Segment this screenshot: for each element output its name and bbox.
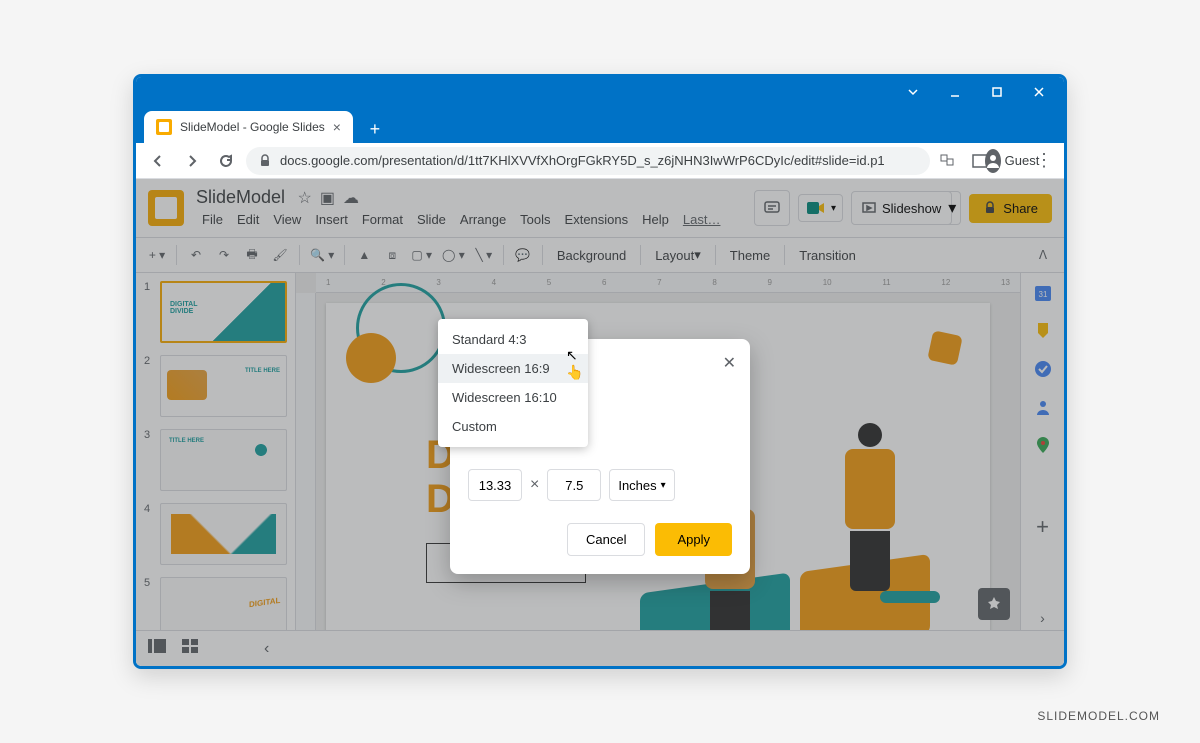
lock-icon [258,154,272,168]
dialog-close-button[interactable]: ✕ [723,353,736,373]
tab-title: SlideModel - Google Slides [180,120,325,134]
reload-button[interactable] [212,147,240,175]
width-input[interactable] [468,469,522,501]
tab-close-button[interactable]: × [333,119,341,135]
avatar-icon [985,149,1001,173]
apply-button[interactable]: Apply [655,523,732,556]
window-close-button[interactable] [1018,78,1060,106]
browser-window: SlideModel - Google Slides × + docs.goog… [133,74,1067,669]
back-button[interactable] [144,147,172,175]
translate-icon[interactable] [936,149,960,173]
slides-favicon-icon [156,119,172,135]
forward-button[interactable] [178,147,206,175]
browser-extensions: Guest ⋮ [936,149,1056,173]
window-dropdown-button[interactable] [892,78,934,106]
height-input[interactable] [547,469,601,501]
aspect-ratio-dropdown: Standard 4:3 Widescreen 16:9 Widescreen … [438,319,588,447]
dropdown-option-standard[interactable]: Standard 4:3 [438,325,588,354]
url-field[interactable]: docs.google.com/presentation/d/1tt7KHlXV… [246,147,930,175]
browser-address-bar: docs.google.com/presentation/d/1tt7KHlXV… [136,143,1064,179]
url-text: docs.google.com/presentation/d/1tt7KHlXV… [280,153,885,168]
new-tab-button[interactable]: + [361,115,389,143]
dropdown-option-custom[interactable]: Custom [438,412,588,441]
profile-chip[interactable]: Guest [1000,149,1024,173]
browser-tabstrip: SlideModel - Google Slides × + [136,107,1064,143]
page-setup-dialog: ✕ Standard 4:3 Widescreen 16:9 Widescree… [450,339,750,574]
dropdown-option-widescreen-16-10[interactable]: Widescreen 16:10 [438,383,588,412]
window-minimize-button[interactable] [934,78,976,106]
slides-app: SlideModel ☆ ▣ ☁ File Edit View Insert F… [136,179,1064,666]
watermark-text: SLIDEMODEL.COM [1037,709,1160,723]
unit-select[interactable]: Inches▾ [609,469,674,501]
dimension-separator: × [530,476,539,494]
dropdown-option-widescreen-16-9[interactable]: Widescreen 16:9 [438,354,588,383]
window-maximize-button[interactable] [976,78,1018,106]
cancel-button[interactable]: Cancel [567,523,645,556]
browser-menu-button[interactable]: ⋮ [1032,149,1056,173]
browser-tab[interactable]: SlideModel - Google Slides × [144,111,353,143]
window-titlebar [136,77,1064,107]
